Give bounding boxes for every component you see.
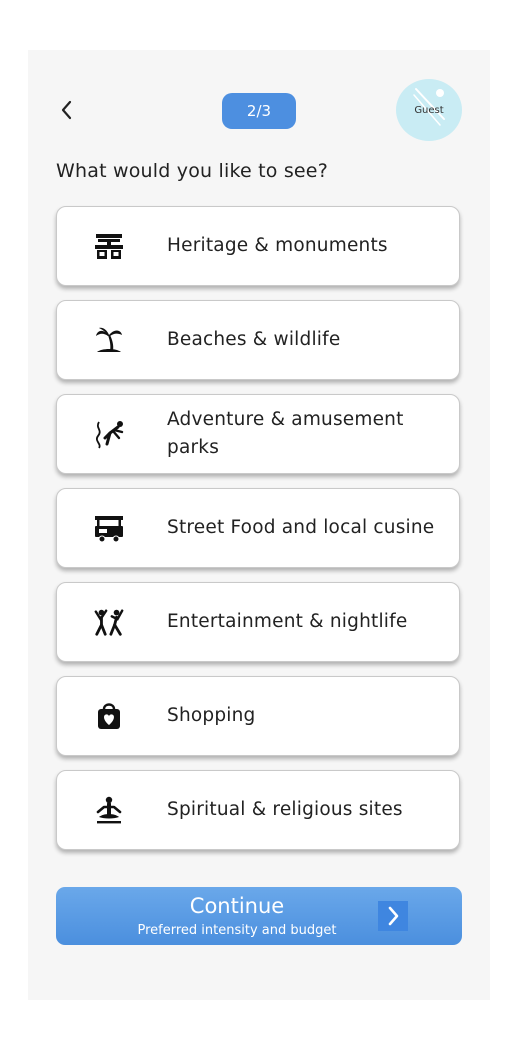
continue-button[interactable]: Continue Preferred intensity and budget	[56, 887, 462, 945]
option-heritage-monuments[interactable]: Heritage & monuments	[56, 206, 460, 286]
option-beaches-wildlife[interactable]: Beaches & wildlife	[56, 300, 460, 380]
food-cart-icon	[93, 512, 125, 544]
option-label: Shopping	[167, 705, 256, 726]
option-adventure-parks[interactable]: Adventure & amusement parks	[56, 394, 460, 474]
dancing-people-icon	[93, 606, 125, 638]
bungee-jump-icon	[93, 418, 125, 450]
monument-icon	[93, 230, 125, 262]
continue-subtitle: Preferred intensity and budget	[137, 923, 337, 938]
option-shopping[interactable]: Shopping	[56, 676, 460, 756]
back-button[interactable]	[55, 98, 79, 122]
chevron-right-icon	[378, 901, 408, 931]
option-label: Adventure & amusement parks	[167, 409, 404, 458]
avatar-label: Guest	[414, 104, 444, 116]
option-label: Spiritual & religious sites	[167, 799, 403, 820]
shopping-bag-icon	[93, 700, 125, 732]
option-street-food[interactable]: Street Food and local cusine	[56, 488, 460, 568]
option-entertainment-nightlife[interactable]: Entertainment & nightlife	[56, 582, 460, 662]
screen: 2/3 Guest What would you like to see? He…	[28, 50, 490, 1000]
option-label: Beaches & wildlife	[167, 329, 341, 350]
question-heading: What would you like to see?	[56, 160, 328, 182]
palm-tree-icon	[93, 324, 125, 356]
option-label: Heritage & monuments	[167, 235, 388, 256]
avatar[interactable]: Guest	[396, 79, 462, 141]
continue-title: Continue	[189, 894, 285, 918]
meditation-icon	[93, 794, 125, 826]
option-label: Street Food and local cusine	[167, 517, 435, 538]
step-indicator: 2/3	[222, 93, 296, 129]
chevron-left-icon	[61, 100, 72, 120]
option-spiritual-religious[interactable]: Spiritual & religious sites	[56, 770, 460, 850]
option-label: Entertainment & nightlife	[167, 611, 408, 632]
